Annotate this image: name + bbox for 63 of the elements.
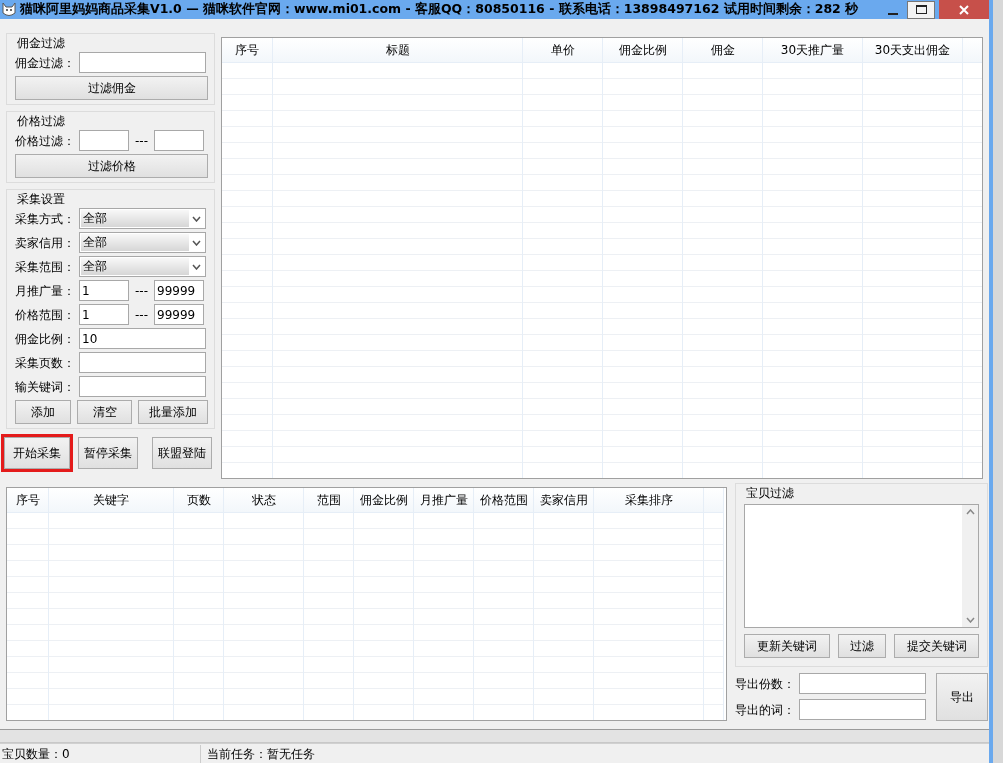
input-field[interactable] (79, 130, 129, 151)
input-field[interactable]: 10 (79, 328, 206, 349)
dropdown[interactable]: 全部 (79, 208, 206, 229)
field-label: 导出的词： (735, 701, 796, 719)
current-task-label: 当前任务：暂无任务 (200, 744, 315, 763)
close-icon (959, 4, 969, 15)
group-title: 宝贝过滤 (744, 486, 796, 500)
input-field[interactable]: 1 (79, 280, 129, 301)
chevron-down-icon (192, 239, 201, 246)
chevron-down-icon (192, 263, 201, 270)
input-field[interactable]: 99999 (154, 280, 204, 301)
minimize-icon (888, 12, 898, 15)
range-separator: --- (135, 132, 148, 150)
range-separator: --- (135, 282, 148, 300)
horizontal-scrollbar[interactable] (0, 729, 989, 743)
group-title: 佣金过滤 (15, 36, 67, 50)
input-field[interactable]: 1 (79, 304, 129, 325)
scroll-up-icon[interactable] (965, 509, 975, 515)
field-label: 佣金比例： (15, 330, 76, 348)
maximize-icon (915, 5, 927, 14)
batch-add-button[interactable]: 批量添加 (138, 400, 208, 424)
field-label: 月推广量： (15, 282, 76, 300)
field-label: 采集范围： (15, 258, 76, 276)
export-button[interactable]: 导出 (936, 673, 988, 721)
scrollbar[interactable] (962, 505, 978, 627)
start-collect-button[interactable]: 开始采集 (4, 437, 70, 469)
input-field[interactable] (79, 376, 206, 397)
filter-price-button[interactable]: 过滤价格 (15, 154, 208, 178)
input-field[interactable] (799, 673, 926, 694)
add-button[interactable]: 添加 (15, 400, 71, 424)
pause-collect-button[interactable]: 暂停采集 (78, 437, 138, 469)
clear-button[interactable]: 清空 (76, 400, 133, 424)
close-button[interactable] (939, 0, 989, 19)
input-field[interactable] (799, 699, 926, 720)
maximize-button[interactable] (907, 0, 935, 19)
cat-icon (2, 2, 16, 17)
window-title: 猫咪阿里妈妈商品采集V1.0 — 猫咪软件官网：www.mi01.com - 客服QQ：80850116 - 联系电话：13898497162 试用时间剩余：282 秒 (20, 0, 860, 19)
field-label: 导出份数： (735, 675, 796, 693)
input-field[interactable]: 99999 (154, 304, 204, 325)
filter-commission-button[interactable]: 过滤佣金 (15, 76, 208, 100)
chevron-down-icon (192, 215, 201, 222)
dropdown[interactable]: 全部 (79, 256, 206, 277)
field-label: 卖家信用： (15, 234, 76, 252)
field-label: 采集页数： (15, 354, 76, 372)
group-title: 采集设置 (15, 192, 67, 206)
field-label: 价格范围： (15, 306, 76, 324)
range-separator: --- (135, 306, 148, 324)
input-field[interactable] (154, 130, 204, 151)
update-keywords-button[interactable]: 更新关键词 (744, 634, 830, 658)
text-area[interactable] (744, 504, 979, 628)
submit-keywords-button[interactable]: 提交关键词 (894, 634, 979, 658)
field-label: 价格过滤： (15, 132, 76, 150)
alliance-login-button[interactable]: 联盟登陆 (152, 437, 212, 469)
field-label: 输关键词： (15, 378, 76, 396)
scroll-down-icon[interactable] (965, 617, 975, 623)
filter-button[interactable]: 过滤 (838, 634, 886, 658)
item-count-label: 宝贝数量：0 (1, 745, 71, 763)
field-label: 采集方式： (15, 210, 76, 228)
group-title: 价格过滤 (15, 114, 67, 128)
input-field[interactable] (79, 52, 206, 73)
field-label: 佣金过滤： (15, 54, 76, 72)
input-field[interactable] (79, 352, 206, 373)
dropdown[interactable]: 全部 (79, 232, 206, 253)
